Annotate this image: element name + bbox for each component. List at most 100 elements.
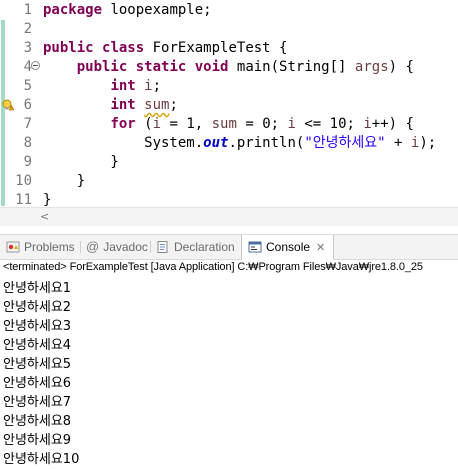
tab-label: Javadoc — [103, 240, 148, 254]
at-icon: @ — [86, 239, 100, 254]
problems-icon — [6, 241, 20, 253]
code-token: class — [102, 40, 145, 56]
code-token: "안녕하세요" — [304, 135, 386, 151]
code-token: i — [152, 116, 162, 132]
code-token: ) { — [388, 59, 414, 75]
tab-javadoc[interactable]: @ Javadoc — [86, 235, 148, 259]
code-token: static — [135, 59, 187, 75]
tab-declaration[interactable]: Declaration — [156, 235, 235, 259]
console-icon — [248, 241, 262, 253]
code-token: void — [194, 59, 229, 75]
console-output-line: 안녕하세요2 — [3, 300, 72, 315]
code-token: i — [144, 78, 153, 94]
console-output-line: 안녕하세요3 — [3, 319, 72, 334]
code-token: } — [43, 173, 86, 189]
code-token: main(String[] — [228, 59, 355, 75]
code-token: .println( — [228, 135, 305, 151]
tab-label: Problems — [24, 240, 75, 254]
line-number: 8 — [23, 135, 32, 151]
line-number: 3 — [23, 40, 32, 56]
code-editor[interactable]: 1 package loopexample; 2 3 public class ForE… — [0, 0, 458, 226]
line-number: 6 — [23, 97, 32, 113]
code-text: } — [43, 172, 85, 191]
view-tab-bar: Problems @ Javadoc Declaration Console ✕ — [0, 234, 458, 260]
code-line[interactable]: 10 } — [0, 172, 458, 191]
code-line[interactable]: 6 int sum; — [0, 96, 458, 115]
line-number: 9 — [23, 154, 32, 170]
tab-label: Declaration — [174, 240, 235, 254]
code-token: out — [203, 135, 229, 151]
code-token: loopexample; — [102, 2, 212, 18]
code-line[interactable]: 3 public class ForExampleTest { — [0, 39, 458, 58]
code-text: int sum; — [43, 96, 178, 115]
code-token: ); — [419, 135, 437, 151]
code-token: } — [43, 192, 52, 208]
line-number: 4 — [23, 59, 32, 75]
tab-separator — [150, 241, 151, 253]
console-output-line: 안녕하세요7 — [3, 395, 72, 410]
tab-console[interactable]: Console ✕ — [241, 235, 335, 260]
console-output-line: 안녕하세요5 — [3, 357, 72, 372]
console-output-line: 안녕하세요8 — [3, 414, 72, 429]
code-text: } — [43, 153, 119, 172]
code-token: = 1, — [161, 116, 212, 132]
close-icon[interactable]: ✕ — [316, 242, 325, 254]
code-text: public static void main(String[] args) { — [43, 58, 414, 77]
console-output-line: 안녕하세요6 — [3, 376, 72, 391]
code-text: for (i = 1, sum = 0; i <= 10; i++) { — [43, 115, 414, 134]
line-number: 1 — [23, 2, 32, 18]
code-line[interactable]: 7 for (i = 1, sum = 0; i <= 10; i++) { — [0, 115, 458, 134]
code-token: = 0; — [236, 116, 288, 132]
code-line[interactable]: 9 } — [0, 153, 458, 172]
warning-lightbulb-icon[interactable] — [2, 99, 14, 111]
line-number: 10 — [15, 173, 32, 189]
code-token: i — [287, 116, 296, 132]
code-text: System.out.println("안녕하세요" + i); — [43, 134, 436, 153]
code-token: package — [43, 2, 103, 18]
line-number: 2 — [23, 21, 32, 37]
code-line[interactable]: 1 package loopexample; — [0, 1, 458, 20]
code-token: ; — [169, 97, 178, 113]
code-text: public class ForExampleTest { — [43, 39, 287, 58]
code-token: ++) { — [371, 116, 414, 132]
code-token: int — [110, 97, 136, 113]
code-line[interactable]: 4 public static void main(String[] args)… — [0, 58, 458, 77]
console-output-line: 안녕하세요1 — [3, 281, 72, 296]
line-number: 7 — [23, 116, 32, 132]
console-output-line: 안녕하세요4 — [3, 338, 72, 353]
tab-label: Console — [266, 240, 311, 254]
collapse-icon[interactable] — [31, 61, 40, 70]
code-token: i — [363, 116, 372, 132]
code-token: ; — [152, 78, 162, 94]
console-output[interactable]: 안녕하세요1 안녕하세요2 안녕하세요3 안녕하세요4 안녕하세요5 안녕하세요6 안녕하세… — [3, 279, 79, 469]
line-number: 5 — [23, 78, 32, 94]
code-line[interactable]: 8 System.out.println("안녕하세요" + i); — [0, 134, 458, 153]
console-output-line: 안녕하세요10 — [3, 452, 80, 467]
code-line[interactable]: 2 — [0, 20, 458, 39]
code-token: public — [76, 59, 128, 75]
code-token: ( — [135, 116, 153, 132]
tab-problems[interactable]: Problems — [6, 235, 75, 259]
code-token: } — [43, 154, 119, 170]
scroll-left-icon[interactable]: < — [40, 210, 49, 224]
code-token: args — [354, 59, 389, 75]
code-token: ForExampleTest { — [144, 40, 288, 56]
console-status: <terminated> ForExampleTest [Java Applic… — [3, 261, 423, 273]
tab-separator — [80, 241, 81, 253]
code-line[interactable]: 5 int i; — [0, 77, 458, 96]
code-token: public — [43, 40, 94, 56]
code-text: package loopexample; — [43, 1, 212, 20]
code-token: for — [110, 116, 136, 132]
console-output-line: 안녕하세요9 — [3, 433, 72, 448]
code-token: + — [385, 135, 411, 151]
editor-horizontal-scrollbar[interactable]: < — [0, 207, 458, 226]
